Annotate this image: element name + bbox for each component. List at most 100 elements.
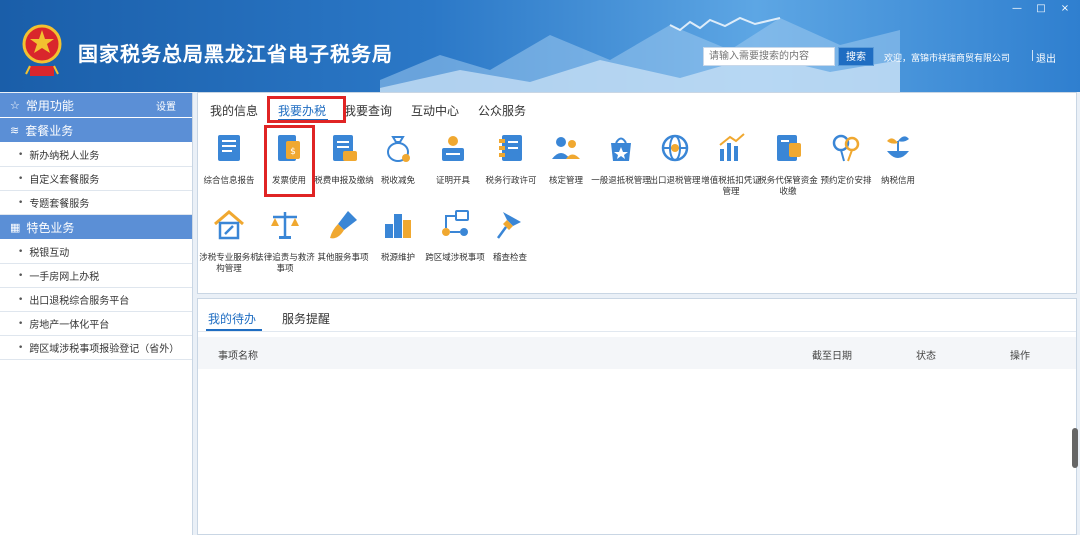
search-button[interactable]: 搜索	[838, 47, 874, 66]
sidebar-section-label: 套餐业务	[25, 123, 74, 138]
bullet: •	[18, 149, 24, 160]
service-item-tax-relief[interactable]: 税收减免	[368, 131, 428, 187]
service-item-report[interactable]: 综合信息报告	[199, 131, 259, 187]
moneybag-icon	[387, 136, 410, 162]
service-item-invoice[interactable]: $ 发票使用	[259, 131, 319, 187]
service-item-label: 稽查检查	[492, 253, 527, 263]
sidebar-item-label: 自定义套餐服务	[29, 175, 100, 186]
window-controls: — □ ×	[1010, 3, 1072, 14]
sidebar-item-bank-tax[interactable]: • 税银互动	[0, 240, 192, 264]
invoice-icon: $	[278, 135, 300, 161]
sidebar-item-topic-package[interactable]: • 专题套餐服务	[0, 191, 192, 215]
settings-link[interactable]: 设置	[156, 98, 176, 113]
service-item-agency[interactable]: 涉税专业服务机构管理	[199, 208, 259, 275]
flow-icon	[442, 210, 469, 236]
star-icon: ☆	[10, 98, 20, 112]
sidebar-section-common[interactable]: ☆ 常用功能 设置	[0, 93, 192, 118]
column-header-item: 事项名称	[218, 351, 258, 362]
service-item-label: 增值税抵扣凭证管理	[701, 176, 761, 197]
service-item-legal[interactable]: 法律追责与救济事项	[255, 208, 315, 275]
service-item-apa[interactable]: 预约定价安排	[816, 131, 876, 187]
logout-link[interactable]: 退出	[1036, 50, 1056, 65]
license-icon	[499, 135, 522, 161]
house-tools-icon	[214, 210, 244, 240]
service-item-label: 税源维护	[380, 253, 415, 263]
service-item-label: 其他服务事项	[317, 253, 369, 263]
sidebar-item-label: 一手房网上办税	[29, 272, 100, 283]
service-item-label: 纳税信用	[880, 176, 915, 186]
scrollbar-thumb[interactable]	[1072, 428, 1078, 468]
service-item-label: 税务代保管资金收缴	[758, 176, 818, 197]
report-icon	[218, 135, 240, 161]
service-item-label: 核定管理	[548, 176, 583, 186]
bullet: •	[18, 246, 24, 257]
tab-my-todo[interactable]: 我的待办	[208, 310, 256, 327]
service-item-refund[interactable]: 一般退抵税管理	[591, 131, 651, 187]
tab-service-reminder[interactable]: 服务提醒	[282, 310, 330, 327]
service-panel: 我的信息 我要办税 我要查询 互动中心 公众服务 综合信息报告 $ 发票使用 税…	[197, 92, 1077, 294]
sidebar-section-label: 特色业务	[26, 220, 75, 235]
search-input[interactable]	[703, 47, 835, 66]
highlight-box-tab	[267, 96, 346, 123]
tab-my-info[interactable]: 我的信息	[210, 102, 258, 119]
sidebar-section-special[interactable]: ▦ 特色业务	[0, 215, 192, 240]
tax-emblem-icon	[22, 24, 62, 76]
close-button[interactable]: ×	[1058, 3, 1072, 14]
sidebar-section-package[interactable]: ≋ 套餐业务	[0, 118, 192, 143]
service-item-other[interactable]: 其他服务事项	[313, 208, 373, 264]
sidebar-item-cross-region[interactable]: • 跨区域涉税事项报验登记（省外）	[0, 336, 192, 360]
sidebar-item-export-refund[interactable]: • 出口退税综合服务平台	[0, 288, 192, 312]
service-item-cross-region[interactable]: 跨区域涉税事项	[425, 208, 485, 264]
column-header-deadline: 截至日期	[812, 351, 852, 362]
service-item-credit[interactable]: 纳税信用	[868, 131, 928, 187]
tab-public-service[interactable]: 公众服务	[478, 102, 526, 119]
service-item-label: 出口退税管理	[649, 176, 701, 186]
service-item-vat-deduction[interactable]: 增值税抵扣凭证管理	[701, 131, 761, 198]
active-tab-indicator	[206, 329, 262, 331]
service-item-label: 税收减免	[380, 176, 415, 186]
table-header: 事项名称 截至日期 状态 操作	[198, 337, 1076, 369]
service-item-label: 发票使用	[271, 176, 306, 186]
refund-icon	[611, 137, 631, 161]
service-item-declare[interactable]: 税费申报及缴纳	[314, 131, 374, 187]
minimize-button[interactable]: —	[1010, 3, 1024, 14]
service-item-license[interactable]: 税务行政许可	[481, 131, 541, 187]
service-item-label: 税务行政许可	[485, 176, 537, 186]
certificate-icon	[442, 136, 464, 161]
service-item-label: 预约定价安排	[820, 176, 872, 186]
app-title: 国家税务总局黑龙江省电子税务局	[78, 42, 393, 66]
service-item-label: 法律追责与救济事项	[255, 253, 315, 274]
service-item-verification[interactable]: 核定管理	[536, 131, 596, 187]
sidebar-item-label: 专题套餐服务	[29, 199, 90, 210]
service-item-label: 证明开具	[435, 176, 470, 186]
sidebar-item-label: 税银互动	[29, 248, 70, 259]
tab-interaction[interactable]: 互动中心	[411, 102, 459, 119]
column-header-action: 操作	[1010, 351, 1030, 362]
service-item-label: 一般退抵税管理	[591, 176, 651, 186]
sidebar-item-realestate[interactable]: • 房地产一体化平台	[0, 312, 192, 336]
service-item-label: 综合信息报告	[203, 176, 255, 186]
service-item-certificate[interactable]: 证明开具	[423, 131, 483, 187]
service-item-inspection[interactable]: 稽查检查	[480, 208, 540, 264]
sidebar-item-new-taxpayer[interactable]: • 新办纳税人业务	[0, 143, 192, 167]
sidebar-item-custom-package[interactable]: • 自定义套餐服务	[0, 167, 192, 191]
column-header-status: 状态	[916, 351, 936, 362]
sidebar: ☆ 常用功能 设置 ≋ 套餐业务 • 新办纳税人业务 • 自定义套餐服务 • 专题套餐…	[0, 93, 193, 535]
welcome-text: 欢迎，富锦市祥瑞商贸有限公司	[884, 54, 1011, 64]
tab-query[interactable]: 我要查询	[344, 102, 392, 119]
service-item-tax-source[interactable]: 税源维护	[368, 208, 428, 264]
chart-icon	[719, 133, 745, 161]
balloon-icon	[832, 134, 860, 162]
plant-icon	[887, 136, 909, 158]
service-item-label: 税费申报及缴纳	[314, 176, 374, 186]
bullet: •	[18, 197, 24, 208]
maximize-button[interactable]: □	[1034, 3, 1048, 14]
service-item-custody[interactable]: 税务代保管资金收缴	[758, 131, 818, 198]
pin-icon	[496, 212, 521, 239]
service-item-export-refund[interactable]: 出口退税管理	[645, 131, 705, 187]
sidebar-item-house-online[interactable]: • 一手房网上办税	[0, 264, 192, 288]
scales-icon	[271, 212, 299, 239]
bullet: •	[18, 173, 24, 184]
service-item-label: 涉税专业服务机构管理	[199, 253, 259, 274]
bullet: •	[18, 294, 24, 305]
